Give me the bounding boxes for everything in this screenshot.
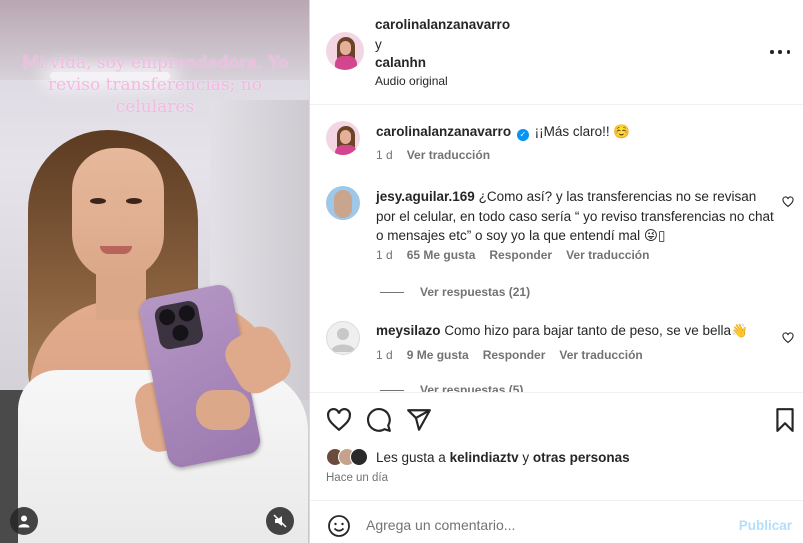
likes-summary[interactable]: Les gusta a kelindiaztv y otras personas	[326, 448, 630, 466]
comment-meta: 1 d 65 Me gusta Responder Ver traducción	[376, 248, 649, 262]
header-joiner: y	[375, 37, 382, 52]
comment-translate-link[interactable]: Ver traducción	[559, 348, 642, 362]
video-overlay-text: Mi vida, soy emprendedora. Yo reviso tra…	[21, 53, 289, 117]
likes-text: Les gusta a kelindiaztv y otras personas	[376, 450, 630, 465]
caption-username[interactable]: carolinalanzanavarro	[376, 124, 511, 139]
comment-translate-link[interactable]: Ver traducción	[566, 248, 649, 262]
comment-input[interactable]	[366, 513, 726, 537]
reply-button[interactable]: Responder	[489, 248, 552, 262]
view-replies-button[interactable]: Ver respuestas (5)	[380, 383, 523, 392]
more-options-button[interactable]	[770, 44, 790, 60]
publish-button[interactable]: Publicar	[739, 518, 792, 533]
liker-username[interactable]: kelindiaztv	[450, 450, 519, 465]
comments-list[interactable]: carolinalanzanavarro ✓ ¡¡Más claro!! ☺️ …	[310, 106, 803, 392]
like-comment-heart-icon[interactable]	[782, 332, 794, 344]
comment-avatar[interactable]	[326, 321, 360, 355]
post-panel: carolinalanzanavarro y calanhn Audio ori…	[309, 0, 803, 543]
more-dot-icon	[770, 50, 774, 54]
post-header: carolinalanzanavarro y calanhn Audio ori…	[310, 0, 803, 105]
caption-translate-link[interactable]: Ver traducción	[407, 148, 490, 162]
comment-text: meysilazo Como hizo para bajar tanto de …	[376, 321, 776, 341]
caption-text: carolinalanzanavarro ✓ ¡¡Más claro!! ☺️	[376, 122, 776, 142]
comment-time: 1 d	[376, 248, 393, 262]
mute-button[interactable]	[266, 507, 294, 535]
other-likers-link[interactable]: otras personas	[533, 450, 630, 465]
comment-text: jesy.aguilar.169 ¿Como así? y las transf…	[376, 187, 776, 246]
collab-username[interactable]: calanhn	[375, 55, 426, 70]
post-timestamp: Hace un día	[326, 472, 389, 484]
default-avatar-icon	[331, 328, 355, 352]
comment-username[interactable]: jesy.aguilar.169	[376, 189, 475, 204]
comment-icon[interactable]	[366, 407, 392, 433]
reply-button[interactable]: Responder	[483, 348, 546, 362]
emoji-icon[interactable]	[327, 514, 351, 538]
verified-badge-icon: ✓	[516, 129, 529, 141]
comment-likes[interactable]: 65 Me gusta	[407, 248, 476, 262]
bookmark-icon[interactable]	[772, 407, 798, 433]
comment-meta: 1 d 9 Me gusta Responder Ver traducción	[376, 348, 643, 362]
comment-likes[interactable]: 9 Me gusta	[407, 348, 469, 362]
user-icon	[18, 515, 30, 528]
caption-body: ¡¡Más claro!! ☺️	[534, 124, 631, 139]
comment-time: 1 d	[376, 348, 393, 362]
liker-avatar	[350, 448, 368, 466]
heart-icon[interactable]	[326, 407, 352, 433]
comment-avatar[interactable]	[326, 186, 360, 220]
caption-meta: 1 d Ver traducción	[376, 148, 490, 162]
video-player[interactable]: Mi vida, soy emprendedora. Yo reviso tra…	[0, 0, 309, 543]
speaker-muted-icon	[273, 514, 287, 528]
likes-joiner: y	[522, 449, 530, 465]
caption-time: 1 d	[376, 148, 393, 162]
caption-avatar[interactable]	[326, 121, 360, 155]
comment-username[interactable]: meysilazo	[376, 323, 441, 338]
comment-body: Como hizo para bajar tanto de peso, se v…	[444, 323, 748, 338]
more-dot-icon	[778, 50, 782, 54]
view-replies-button[interactable]: Ver respuestas (21)	[380, 285, 530, 299]
author-avatar[interactable]	[326, 32, 364, 70]
post-actions: Les gusta a kelindiaztv y otras personas…	[310, 392, 803, 500]
likes-prefix: Les gusta a	[376, 449, 446, 465]
audio-link[interactable]: Audio original	[375, 74, 448, 88]
add-comment-bar: Publicar	[310, 500, 803, 543]
share-icon[interactable]	[406, 407, 432, 433]
like-comment-heart-icon[interactable]	[782, 196, 794, 208]
author-username[interactable]: carolinalanzanavarro	[375, 17, 510, 32]
more-dot-icon	[786, 50, 790, 54]
tagged-users-button[interactable]	[10, 507, 38, 535]
